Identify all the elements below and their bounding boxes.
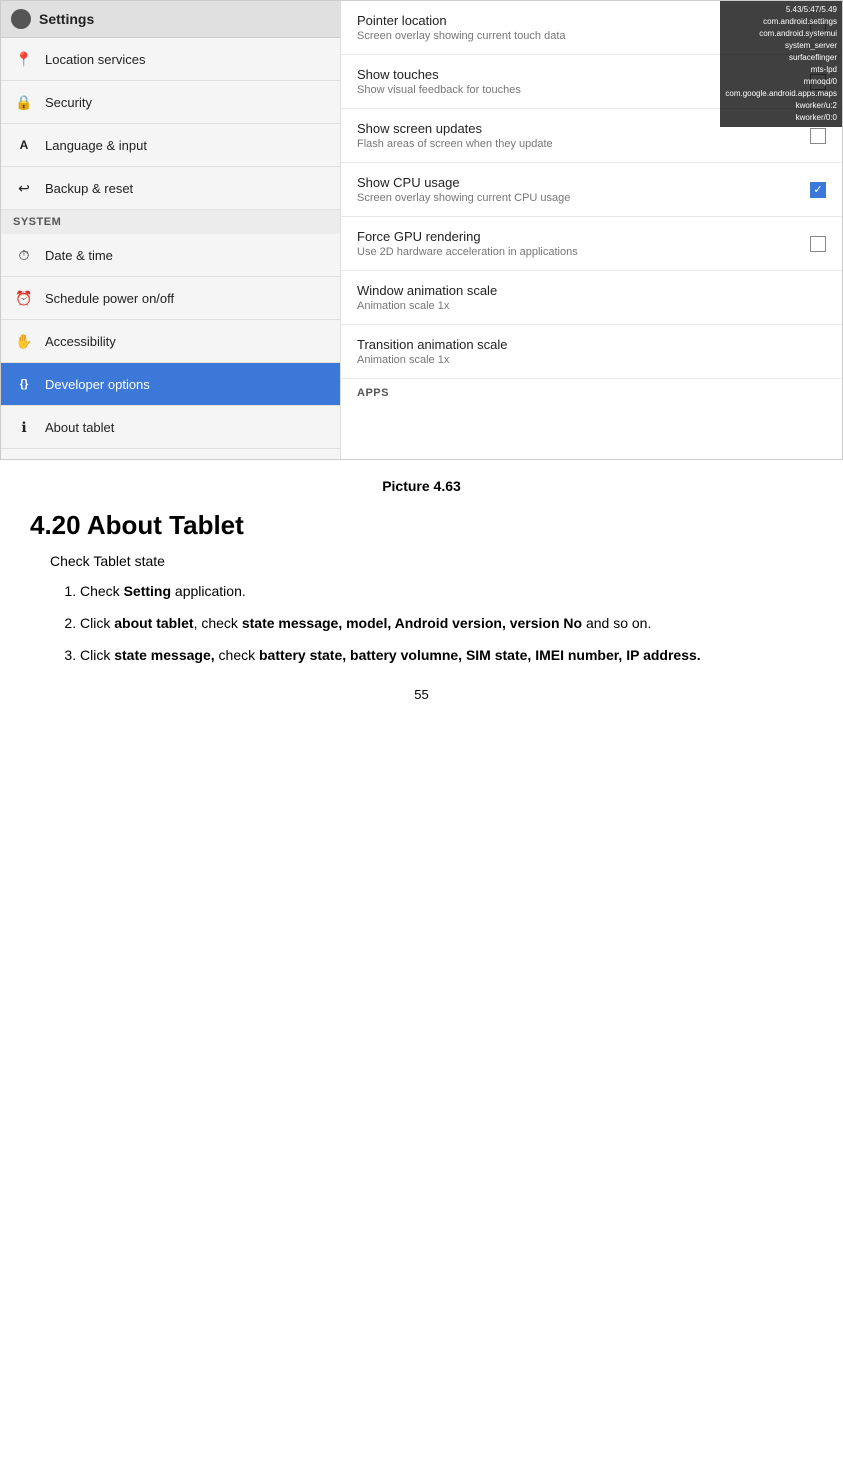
sidebar-item-label: Developer options <box>45 377 150 392</box>
list-item-2-bold2: state message, model, Android version, v… <box>242 615 582 631</box>
apps-section-header: APPS <box>341 379 842 407</box>
sidebar-item-developer[interactable]: {} Developer options <box>1 363 340 406</box>
section-heading: 4.20 About Tablet <box>30 510 813 541</box>
setting-title: Window animation scale <box>357 283 826 298</box>
status-line8: com.google.android.apps.maps <box>725 88 837 100</box>
setting-subtitle: Screen overlay showing current CPU usage <box>357 192 810 204</box>
screenshot: Settings 📍 Location services 🔒 Security … <box>0 0 843 460</box>
setting-window-animation[interactable]: Window animation scale Animation scale 1… <box>341 271 842 325</box>
page-number: 55 <box>0 687 843 702</box>
sidebar-item-label: Security <box>45 95 92 110</box>
backup-icon: ↩ <box>13 177 35 199</box>
caption: Picture 4.63 <box>0 478 843 494</box>
sidebar-item-label: Language & input <box>45 138 147 153</box>
sidebar-item-language[interactable]: A Language & input <box>1 124 340 167</box>
checkbox-show-screen-updates[interactable] <box>810 128 826 144</box>
setting-force-gpu[interactable]: Force GPU rendering Use 2D hardware acce… <box>341 217 842 271</box>
system-section-header: SYSTEM <box>1 210 340 234</box>
status-line6: mts-lpd <box>725 64 837 76</box>
sidebar-item-schedule[interactable]: ⏰ Schedule power on/off <box>1 277 340 320</box>
list-item-2-bold1: about tablet <box>114 615 193 631</box>
sidebar-item-label: Backup & reset <box>45 181 133 196</box>
settings-icon <box>11 9 31 29</box>
intro-text: Check Tablet state <box>50 551 793 572</box>
about-icon: ℹ <box>13 416 35 438</box>
status-line10: kworker/0:0 <box>725 112 837 124</box>
status-line2: com.android.settings <box>725 16 837 28</box>
sidebar-item-about[interactable]: ℹ About tablet <box>1 406 340 449</box>
sidebar-item-label: Date & time <box>45 248 113 263</box>
sidebar-item-backup[interactable]: ↩ Backup & reset <box>1 167 340 210</box>
status-line9: kworker/u:2 <box>725 100 837 112</box>
sidebar-item-accessibility[interactable]: ✋ Accessibility <box>1 320 340 363</box>
sidebar-header: Settings <box>1 1 340 38</box>
sidebar-item-location[interactable]: 📍 Location services <box>1 38 340 81</box>
setting-title: Force GPU rendering <box>357 229 810 244</box>
setting-subtitle: Animation scale 1x <box>357 300 826 312</box>
setting-subtitle: Animation scale 1x <box>357 354 826 366</box>
status-line5: surfaceflinger <box>725 52 837 64</box>
sidebar-item-label: Schedule power on/off <box>45 291 174 306</box>
status-line7: mmoqd/0 <box>725 76 837 88</box>
status-bar: 5.43/5:47/5.49 com.android.settings com.… <box>720 1 842 127</box>
sidebar-item-label: About tablet <box>45 420 114 435</box>
status-line4: system_server <box>725 40 837 52</box>
list-item-2: Click about tablet, check state message,… <box>80 612 793 636</box>
datetime-icon: ⏱ <box>13 244 35 266</box>
sidebar-item-label: Accessibility <box>45 334 116 349</box>
security-icon: 🔒 <box>13 91 35 113</box>
list-item-3-bold1: state message, <box>114 647 214 663</box>
location-icon: 📍 <box>13 48 35 70</box>
setting-title: Transition animation scale <box>357 337 826 352</box>
setting-title: Show CPU usage <box>357 175 810 190</box>
status-line1: 5.43/5:47/5.49 <box>725 4 837 16</box>
accessibility-icon: ✋ <box>13 330 35 352</box>
status-line3: com.android.systemui <box>725 28 837 40</box>
setting-transition-animation[interactable]: Transition animation scale Animation sca… <box>341 325 842 379</box>
sidebar-item-label: Location services <box>45 52 145 67</box>
list-item-3: Click state message, check battery state… <box>80 644 793 668</box>
schedule-icon: ⏰ <box>13 287 35 309</box>
checkbox-show-cpu-usage[interactable] <box>810 182 826 198</box>
language-icon: A <box>13 134 35 156</box>
numbered-list: Check Setting application. Click about t… <box>80 580 793 667</box>
list-item-1-bold: Setting <box>124 583 171 599</box>
checkbox-force-gpu[interactable] <box>810 236 826 252</box>
sidebar: Settings 📍 Location services 🔒 Security … <box>1 1 341 459</box>
sidebar-header-title: Settings <box>39 11 94 27</box>
developer-icon: {} <box>13 373 35 395</box>
sidebar-item-datetime[interactable]: ⏱ Date & time <box>1 234 340 277</box>
setting-subtitle: Use 2D hardware acceleration in applicat… <box>357 246 810 258</box>
sidebar-item-security[interactable]: 🔒 Security <box>1 81 340 124</box>
right-panel: 5.43/5:47/5.49 com.android.settings com.… <box>341 1 842 459</box>
setting-subtitle: Flash areas of screen when they update <box>357 138 810 150</box>
setting-show-cpu-usage[interactable]: Show CPU usage Screen overlay showing cu… <box>341 163 842 217</box>
list-item-3-bold2: battery state, battery volumne, SIM stat… <box>259 647 701 663</box>
list-item-1: Check Setting application. <box>80 580 793 604</box>
